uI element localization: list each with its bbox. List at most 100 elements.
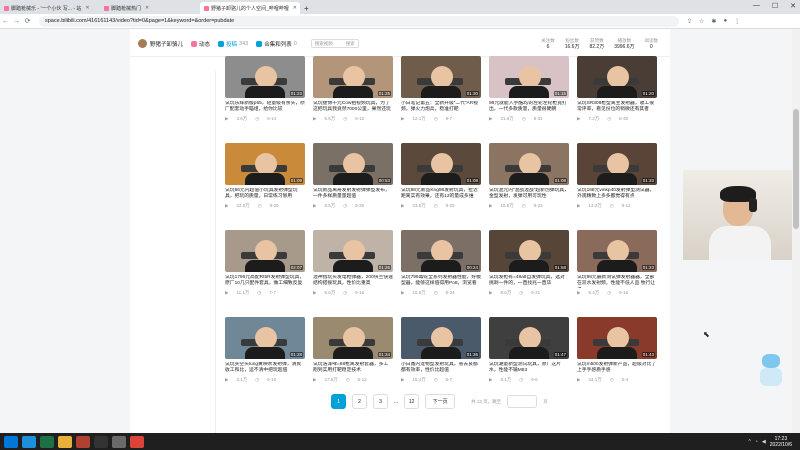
video-title[interactable]: 98元就能入手酷Zy的左轮左轮枪竟打出，一代多款质量，质量很硬朗 <box>489 101 569 114</box>
video-card[interactable]: 01:25 试玩捷博千元Cow拍视频玩具，为了这把玩具我竟然7000公里，果然还… <box>313 56 393 135</box>
video-title[interactable]: 试玩m500发射弹新产品，超级对比了上手手感质手感 <box>577 362 657 375</box>
video-card[interactable]: 01:30 小白笔记第五：全新升级“二代”AR视频，弹火力炮兵，稳准打靶 ▶ 1… <box>401 56 481 135</box>
video-title[interactable]: 小白鑫内宠物型发射玩具，省去良都都有效率，性价比超值 <box>401 362 481 375</box>
video-title[interactable]: 试玩乐辉新版p55，轻量级有亲头，原厂配套动手瞄组，给你比较 <box>225 101 305 114</box>
video-card[interactable]: 01:43 试玩m500发射弹新产品，超级对比了上手手感质手感 ▶ 24.1万 … <box>577 317 657 396</box>
folder-taskbar-icon[interactable] <box>58 435 72 448</box>
video-card[interactable]: 01:58 试玩发枪有=48a8自发弹玩具，选对挑剃一件的，一直找兆一直毕 ▶ … <box>489 230 569 309</box>
page-button-1[interactable]: 1 <box>331 394 346 409</box>
video-thumbnail[interactable]: 02:07 <box>225 230 305 272</box>
video-title[interactable]: 试玩799毒蛇全系列发射器性能，好模型器，能够这样值得用Po8，浏览看 <box>401 275 481 288</box>
video-card[interactable]: 01:33 试玩168元vinkp40发射弹型测试器，外观精致上多多都觉得有点 … <box>577 143 657 222</box>
minimize-icon[interactable]: — <box>753 2 760 10</box>
video-card[interactable]: 01:08 试玩88元新品Kng98发射玩具，拉近距离实有效果，还有12的量成多… <box>401 143 481 222</box>
video-thumbnail[interactable]: 01:08 <box>401 143 481 185</box>
video-title[interactable]: 混神指玩头发电枪弹器，200块兰快速结构搭接玩具，性价比重高 <box>313 275 393 288</box>
video-title[interactable]: 试玩浩泽啤=68枪离发射套器，多工刚到实用打靶稳定技术 <box>313 362 393 375</box>
video-card[interactable]: 01:20 试玩SR308枪型离主发射器，收工很常评率，看见份位的稍微还有其者 … <box>577 56 657 135</box>
video-thumbnail[interactable]: 01:26 <box>313 230 393 272</box>
forward-icon[interactable]: → <box>11 18 22 25</box>
page-button-3[interactable]: 3 <box>373 394 388 409</box>
clock[interactable]: 17:23 2022/10/6 <box>770 436 792 448</box>
video-card[interactable]: 01:47 试玩潮量新型测试玩具，原厂这片水，性能不输M63 ▶ 8.1万 ◷ … <box>489 317 569 396</box>
share-icon[interactable]: ⇪ <box>687 18 692 25</box>
page-button-2[interactable]: 2 <box>352 394 367 409</box>
new-tab-button[interactable]: + <box>300 2 313 14</box>
video-thumbnail[interactable]: 01:28 <box>225 317 305 359</box>
video-title[interactable]: 试玩潮量新型测试玩具，原厂这片水，性能不输M63 <box>489 362 569 375</box>
back-icon[interactable]: ← <box>0 18 11 25</box>
video-thumbnail[interactable]: 01:09 <box>225 143 305 185</box>
browser-tab-2[interactable]: 野猪子卸骆儿的个人空间_哔哩哔哩 ✕ <box>200 2 300 14</box>
menu-icon[interactable]: ⋮ <box>734 18 740 25</box>
video-thumbnail[interactable]: 01:23 <box>225 56 305 98</box>
volume-icon[interactable]: ◀ <box>762 439 766 445</box>
video-thumbnail[interactable]: 01:47 <box>489 317 569 359</box>
video-card[interactable]: 01:08 试玩混元内“混战混战”超新创弹玩具，金型发射，发弹可用可玩性 ▶ 1… <box>489 143 569 222</box>
tab-submissions[interactable]: 投稿 343 <box>218 40 248 48</box>
close-tab-icon[interactable]: ✕ <box>293 5 297 11</box>
video-thumbnail[interactable]: 01:34 <box>313 317 393 359</box>
video-thumbnail[interactable]: 01:30 <box>401 56 481 98</box>
video-thumbnail[interactable]: 01:58 <box>489 230 569 272</box>
video-card[interactable]: 02:07 试玩1796元高配Rt5R发射弹型玩具，原厂10几只配件套具，做工细… <box>225 230 305 309</box>
video-thumbnail[interactable]: 01:23 <box>577 230 657 272</box>
video-title[interactable]: 试玩新品离奇发射发射弹弹型发布，一件多样质量量超值 <box>313 188 393 201</box>
video-thumbnail[interactable]: 01:36 <box>401 317 481 359</box>
video-thumbnail[interactable]: 00:24 <box>401 230 481 272</box>
video-title[interactable]: 试玩买空头lung黄映吹发射弹，清爽收工和比，运不清中把玩超值 <box>225 362 305 375</box>
video-card[interactable]: 01:09 试玩66元内超值小玩具发射弹型玩具，把玩的质量，日常练习够用 ▶ 2… <box>225 143 305 222</box>
edge-taskbar-icon[interactable] <box>22 435 36 448</box>
star-icon[interactable]: ☆ <box>699 18 704 25</box>
video-title[interactable]: 试玩1796元高配Rt5R发射弹型玩具，原厂10几只配件套具，做工细致反复 <box>225 275 305 288</box>
stat-following[interactable]: 关注数 6 <box>541 37 555 51</box>
search-button[interactable]: 搜索 <box>346 41 355 47</box>
reload-icon[interactable]: ⟳ <box>22 17 33 25</box>
page-button-12[interactable]: 12 <box>404 394 420 409</box>
video-card[interactable]: 01:23 试玩98元最新测试弹发射器器，全部在双水发射频，性能不低人品 牧行让… <box>577 230 657 309</box>
video-title[interactable]: 试玩混元内“混战混战”超新创弹玩具，金型发射，发弹可用可玩性 <box>489 188 569 201</box>
tray-arrow-icon[interactable]: ^ <box>749 439 751 445</box>
maximize-icon[interactable]: ☐ <box>772 2 778 10</box>
username[interactable]: 野猪子卸骆儿 <box>150 40 183 48</box>
extensions-icon[interactable]: ✱ <box>711 18 716 25</box>
media-taskbar-icon[interactable] <box>76 435 90 448</box>
video-card[interactable]: 01:26 混神指玩头发电枪弹器，200块兰快速结构搭接玩具，性价比重高 ▶ 6… <box>313 230 393 309</box>
profile-icon[interactable]: ● <box>723 18 727 25</box>
video-title[interactable]: 试玩捷博千元Cow拍视频玩具，为了这把玩具我竟然7000公里，果然还玩 <box>313 101 393 114</box>
video-title[interactable]: 小白笔记第五：全新升级“二代”AR视频，弹火力炮兵，稳准打靶 <box>401 101 481 114</box>
app2-taskbar-icon[interactable] <box>112 435 126 448</box>
video-title[interactable]: 试玩98元最新测试弹发射器器，全部在双水发射频，性能不低人品 牧行让说 <box>577 275 657 288</box>
video-title[interactable]: 试玩88元新品Kng98发射玩具，拉近距离实有效果，还有12的量成多维 <box>401 188 481 201</box>
url-field[interactable]: space.bilibili.com/416161143/video?tid=0… <box>39 15 679 27</box>
video-title[interactable]: 试玩发枪有=48a8自发弹玩具，选对挑剃一件的，一直找兆一直毕 <box>489 275 569 288</box>
video-title[interactable]: 试玩SR308枪型离主发射器，收工很常评率，看见份位的稍微还有其者 <box>577 101 657 114</box>
scrollbar-thumb[interactable] <box>793 109 799 229</box>
video-thumbnail[interactable]: 01:43 <box>577 317 657 359</box>
browser-tab-0[interactable]: 脚踏枪械乐 - '一个小伙 写... - 站 ✕ <box>0 2 100 14</box>
chrome-taskbar-icon[interactable] <box>130 435 144 448</box>
video-thumbnail[interactable]: 01:25 <box>313 56 393 98</box>
close-tab-icon[interactable]: ✕ <box>85 5 89 11</box>
page-scrollbar[interactable] <box>792 29 800 433</box>
next-page-button[interactable]: 下一页 <box>425 394 456 409</box>
video-thumbnail[interactable]: 01:33 <box>577 143 657 185</box>
close-tab-icon[interactable]: ✕ <box>145 5 149 11</box>
video-title[interactable]: 试玩168元vinkp40发射弹型测试器，外观精致上多多都觉得有点 <box>577 188 657 201</box>
jump-page-input[interactable] <box>507 395 538 408</box>
video-card[interactable]: 01:28 试玩买空头lung黄映吹发射弹，清爽收工和比，运不清中把玩超值 ▶ … <box>225 317 305 396</box>
video-card[interactable]: 00:53 试玩新品离奇发射发射弹弹型发布，一件多样质量量超值 ▶ 8.5万 ◷… <box>313 143 393 222</box>
tab-collections[interactable]: 合集和列表 0 <box>256 40 297 48</box>
video-card[interactable]: 00:24 试玩799毒蛇全系列发射器性能，好模型器，能够这样值得用Po8，浏览… <box>401 230 481 309</box>
video-title[interactable]: 试玩66元内超值小玩具发射弹型玩具，把玩的质量，日常练习够用 <box>225 188 305 201</box>
obs-taskbar-icon[interactable] <box>94 435 108 448</box>
video-card[interactable]: 01:15 98元就能入手酷Zy的左轮左轮枪竟打出，一代多款质量，质量很硬朗 ▶… <box>489 56 569 135</box>
video-card[interactable]: 01:34 试玩浩泽啤=68枪离发射套器，多工刚到实用打靶稳定技术 ▶ 27.6… <box>313 317 393 396</box>
excel-taskbar-icon[interactable] <box>40 435 54 448</box>
video-thumbnail[interactable]: 00:53 <box>313 143 393 185</box>
video-thumbnail[interactable]: 01:20 <box>577 56 657 98</box>
video-card[interactable]: 01:23 试玩乐辉新版p55，轻量级有亲头，原厂配套动手瞄组，给你比较 ▶ 3… <box>225 56 305 135</box>
tab-dynamic[interactable]: 动态 <box>191 40 210 48</box>
network-icon[interactable]: ◔ <box>755 439 758 445</box>
video-thumbnail[interactable]: 01:15 <box>489 56 569 98</box>
